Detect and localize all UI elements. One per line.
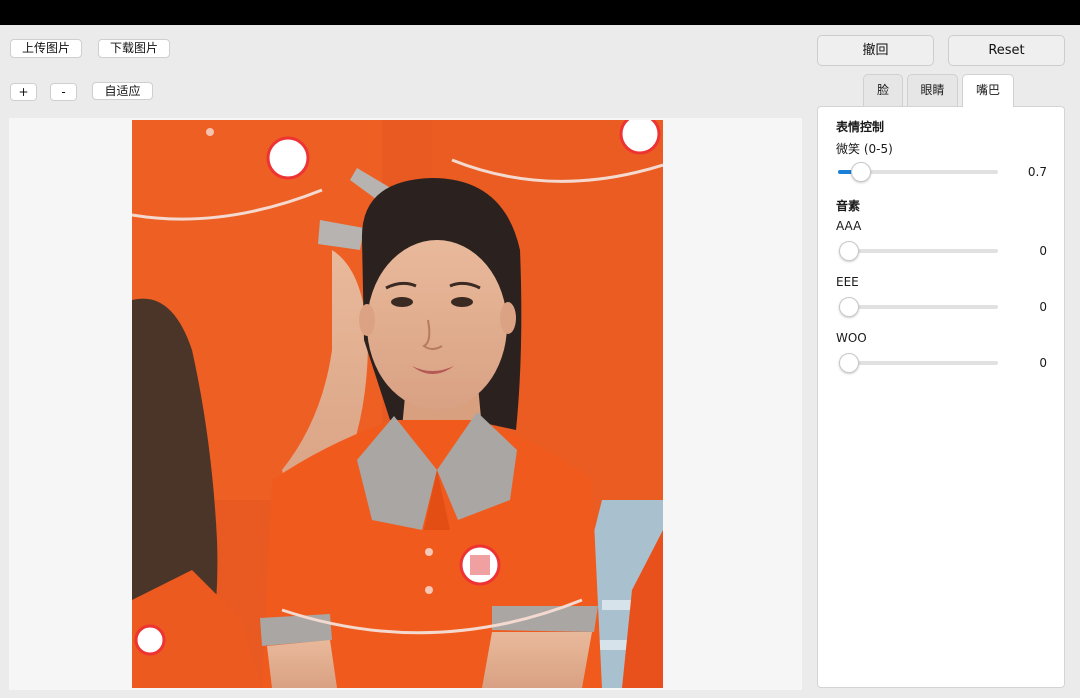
eee-slider-thumb[interactable] <box>839 297 859 317</box>
zoom-out-button[interactable]: - <box>50 83 77 101</box>
expression-control-title: 表情控制 <box>836 120 885 134</box>
phoneme-title: 音素 <box>836 199 861 213</box>
undo-button[interactable]: 撤回 <box>817 35 934 66</box>
reset-button[interactable]: Reset <box>948 35 1065 66</box>
smile-slider[interactable] <box>838 162 998 182</box>
smile-slider-thumb[interactable] <box>851 162 872 182</box>
fit-to-window-button[interactable]: 自适应 <box>92 82 153 100</box>
woo-slider-thumb[interactable] <box>839 353 859 373</box>
uploaded-photo <box>132 120 663 688</box>
top-black-bar <box>0 0 1080 25</box>
woo-label: WOO <box>836 331 867 345</box>
woo-slider[interactable] <box>839 353 998 373</box>
control-panel: 表情控制 微笑 (0-5) 0.7 音素 AAA 0 EEE 0 WOO 0 <box>817 106 1065 688</box>
download-image-button[interactable]: 下载图片 <box>98 39 170 58</box>
aaa-value: 0 <box>1039 244 1047 258</box>
eee-slider[interactable] <box>839 297 998 317</box>
smile-label: 微笑 (0-5) <box>836 142 893 156</box>
woo-value: 0 <box>1039 356 1047 370</box>
aaa-label: AAA <box>836 219 862 233</box>
aaa-slider-thumb[interactable] <box>839 241 859 261</box>
eee-value: 0 <box>1039 300 1047 314</box>
tab-eyes[interactable]: 眼睛 <box>907 74 958 106</box>
zoom-in-button[interactable]: + <box>10 83 37 101</box>
aaa-slider[interactable] <box>839 241 998 261</box>
upload-image-button[interactable]: 上传图片 <box>10 39 82 58</box>
tab-face[interactable]: 脸 <box>863 74 903 106</box>
eee-label: EEE <box>836 275 859 289</box>
tab-mouth[interactable]: 嘴巴 <box>962 74 1014 107</box>
smile-value: 0.7 <box>1027 165 1047 179</box>
